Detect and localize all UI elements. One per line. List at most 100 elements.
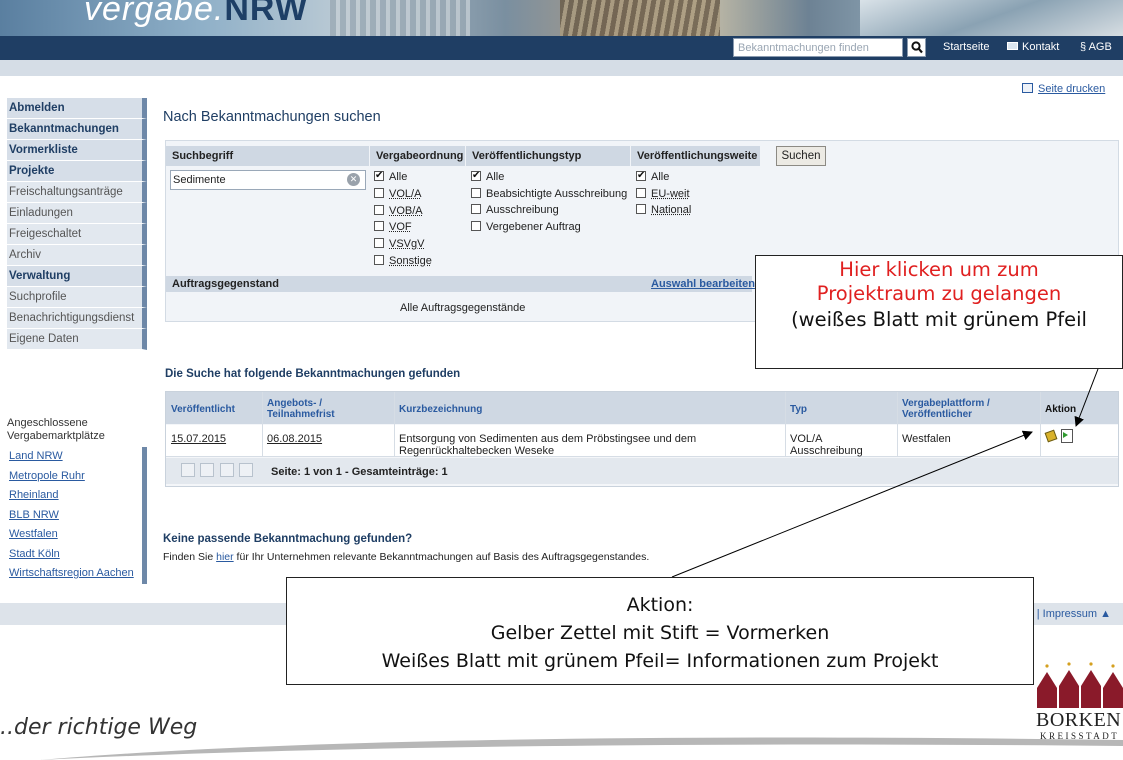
checkbox-option[interactable]: Sonstige: [374, 255, 432, 268]
link-agb[interactable]: § AGB: [1080, 41, 1112, 53]
checkbox-option[interactable]: Alle: [636, 169, 670, 184]
subject-header: Auftragsgegenstand: [172, 278, 279, 290]
search-submit-button[interactable]: Suchen: [776, 146, 826, 166]
banner-image: [860, 0, 1123, 36]
banner-image: [330, 0, 470, 36]
mail-icon: [1007, 42, 1018, 50]
site-search-input[interactable]: Bekanntmachungen finden: [733, 38, 903, 57]
checkbox-label: Alle: [651, 171, 670, 183]
nomatch-title: Keine passende Bekanntmachung gefunden?: [163, 533, 413, 545]
col-action: Aktion: [1045, 404, 1077, 415]
sidebar-item-abmelden[interactable]: Abmelden: [7, 98, 147, 119]
checkbox-label: Sonstige: [389, 255, 432, 267]
checkbox-option[interactable]: Alle: [374, 169, 407, 184]
checkbox[interactable]: [374, 221, 384, 232]
checkbox-option[interactable]: VSVgV: [374, 238, 424, 251]
checkbox[interactable]: [374, 169, 384, 182]
checkbox-label: VOF: [389, 221, 412, 234]
page-title: Nach Bekanntmachungen suchen: [163, 109, 381, 125]
here-link[interactable]: hier: [216, 551, 234, 563]
clear-input-icon[interactable]: ✕: [347, 173, 360, 186]
markets-heading: Angeschlossene Vergabemarktplätze: [7, 417, 105, 442]
sidebar-item-eigene-daten[interactable]: Eigene Daten: [7, 329, 147, 350]
col-short-title[interactable]: Kurzbezeichnung: [399, 404, 482, 415]
callout-project-room: Hier klicken um zum Projektraum zu gelan…: [755, 255, 1123, 369]
checkbox-option[interactable]: National: [636, 204, 691, 217]
market-link[interactable]: Land NRW: [7, 447, 142, 467]
cell-platform: Westfalen: [902, 433, 951, 445]
checkbox-option[interactable]: VOL/A: [374, 187, 421, 201]
sidebar-item-benachrichtigungsdienst[interactable]: Benachrichtigungsdienst: [7, 308, 147, 329]
next-page-icon[interactable]: [220, 463, 234, 477]
checkbox-label: VSVgV: [389, 238, 425, 251]
checkbox-label: Alle: [486, 171, 505, 183]
sidebar-item-vormerkliste[interactable]: Vormerkliste: [7, 140, 147, 161]
markets-list: Land NRW Metropole Ruhr Rheinland BLB NRW We…: [7, 447, 147, 584]
term-header: Suchbegriff: [166, 146, 369, 166]
market-link[interactable]: Rheinland: [7, 486, 142, 506]
checkbox[interactable]: [374, 204, 384, 215]
previous-page-icon[interactable]: [200, 463, 214, 477]
sub-bar: [0, 60, 1123, 76]
checkbox[interactable]: [471, 204, 481, 214]
checkbox-label: EU-weit: [651, 187, 690, 200]
link-startseite[interactable]: Startseite: [943, 41, 989, 53]
column-divider: [897, 392, 898, 457]
sidebar-item-archiv[interactable]: Archiv: [7, 245, 147, 266]
banner-image: [560, 0, 720, 36]
market-link[interactable]: Westfalen: [7, 525, 142, 545]
checkbox[interactable]: [636, 204, 646, 214]
search-button[interactable]: [907, 38, 926, 57]
checkbox[interactable]: [636, 169, 646, 182]
column-divider: [1040, 392, 1041, 457]
print-page-link[interactable]: Seite drucken: [1038, 83, 1105, 95]
order-header: Vergabeordnung: [370, 146, 465, 166]
imprint-link[interactable]: r | Impressum ▲: [1030, 608, 1111, 620]
sidebar-item-suchprofile[interactable]: Suchprofile: [7, 287, 147, 308]
callout-action-legend: Aktion: Gelber Zettel mit Stift = Vormer…: [286, 577, 1034, 685]
checkbox[interactable]: [374, 255, 384, 265]
project-document-icon[interactable]: [1061, 429, 1073, 443]
col-platform[interactable]: Vergabeplattform / Veröffentlicher: [902, 398, 990, 420]
checkbox[interactable]: [471, 169, 481, 182]
cell-short-title[interactable]: Entsorgung von Sedimenten aus dem Pröbst…: [399, 433, 696, 457]
checkbox[interactable]: [471, 187, 481, 198]
checkbox-label: Vergebener Auftrag: [486, 220, 581, 233]
sidebar-item-einladungen[interactable]: Einladungen: [7, 203, 147, 224]
sidebar-item-freischaltungsantr-ge[interactable]: Freischaltungsanträge: [7, 182, 147, 203]
checkbox-option[interactable]: Alle: [471, 169, 505, 184]
search-term-input[interactable]: Sedimente: [170, 170, 366, 190]
market-link[interactable]: Metropole Ruhr: [7, 467, 142, 487]
column-divider: [785, 392, 786, 457]
edit-selection-link[interactable]: Auswahl bearbeiten: [651, 278, 755, 290]
cell-type: VOL/A Ausschreibung: [790, 433, 863, 457]
printer-icon: [1022, 83, 1033, 93]
nomatch-text: Finden Sie hier für Ihr Unternehmen rele…: [163, 551, 650, 563]
market-link[interactable]: BLB NRW: [7, 506, 142, 526]
sidebar-item-projekte[interactable]: Projekte: [7, 161, 147, 182]
col-type[interactable]: Typ: [790, 404, 807, 415]
col-deadline[interactable]: Angebots- / Teilnahmefrist: [267, 398, 335, 420]
sidebar-item-verwaltung[interactable]: Verwaltung: [7, 266, 147, 287]
sidebar-nav: Abmelden Bekanntmachungen Vormerkliste Proj…: [7, 98, 147, 350]
checkbox-option[interactable]: VOB/A: [374, 204, 423, 218]
site-logo[interactable]: vergabe.NRW: [84, 0, 308, 29]
checkbox-option[interactable]: Ausschreibung: [471, 204, 559, 217]
sidebar-item-bekanntmachungen[interactable]: Bekanntmachungen: [7, 119, 147, 140]
col-published[interactable]: Veröffentlicht: [171, 404, 235, 415]
cell-published: 15.07.2015: [171, 433, 227, 445]
market-link[interactable]: Wirtschaftsregion Aachen: [7, 564, 142, 584]
last-page-icon[interactable]: [239, 463, 253, 477]
checkbox[interactable]: [374, 238, 384, 249]
market-link[interactable]: Stadt Köln: [7, 545, 142, 565]
sidebar-item-freigeschaltet[interactable]: Freigeschaltet: [7, 224, 147, 245]
checkbox[interactable]: [471, 220, 481, 231]
first-page-icon[interactable]: [181, 463, 195, 477]
checkbox-option[interactable]: VOF: [374, 221, 412, 234]
checkbox[interactable]: [374, 187, 384, 198]
link-kontakt[interactable]: Kontakt: [1022, 41, 1059, 53]
checkbox-option[interactable]: EU-weit: [636, 187, 690, 201]
checkbox[interactable]: [636, 187, 646, 198]
checkbox-option[interactable]: Beabsichtigte Ausschreibung: [471, 187, 627, 201]
checkbox-option[interactable]: Vergebener Auftrag: [471, 220, 581, 234]
